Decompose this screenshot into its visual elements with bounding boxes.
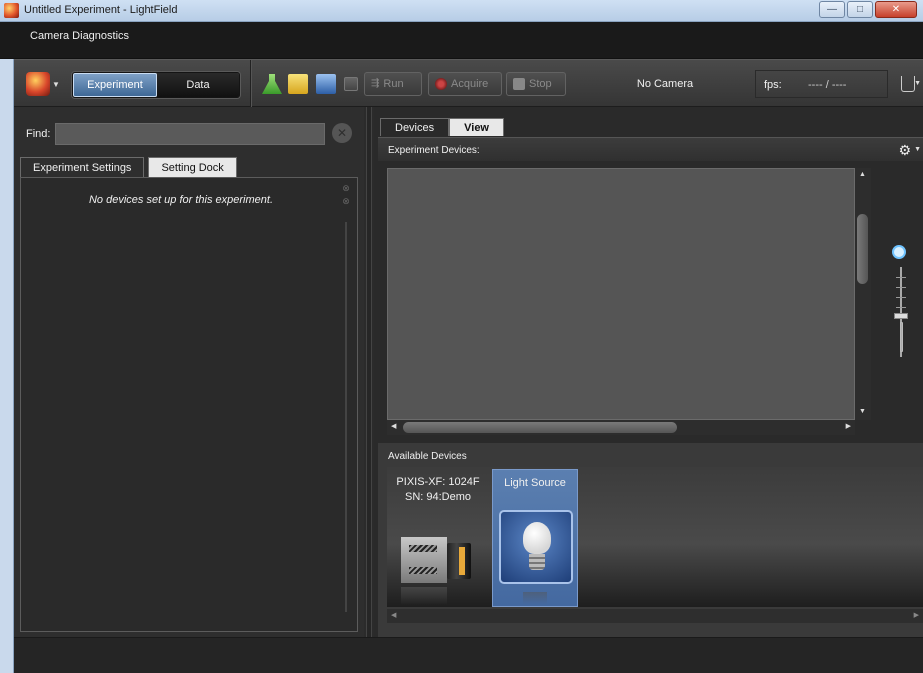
acquire-label: Acquire [451, 78, 489, 90]
device-card-light-source[interactable]: Light Source [492, 469, 578, 607]
device-name: PIXIS-XF: 1024F SN: 94:Demo [395, 475, 481, 505]
acquire-icon [435, 78, 447, 90]
available-devices-scrollbar[interactable]: ◀ ▶ [387, 609, 923, 623]
scroll-right-icon[interactable]: ▶ [914, 611, 919, 619]
menu-camera-diagnostics[interactable]: Camera Diagnostics [30, 30, 129, 42]
fps-value: ---- / ---- [808, 79, 847, 91]
empty-settings-message: No devices set up for this experiment. [88, 194, 274, 206]
chevron-down-icon[interactable]: ▼ [52, 80, 60, 89]
right-pane: Devices View Experiment Devices: ⚙ ▼ ▲ ▼… [374, 107, 923, 637]
menu-bar: Camera Diagnostics [0, 22, 923, 59]
pane-splitter[interactable] [366, 107, 372, 637]
left-tabs: Experiment Settings Setting Dock [20, 157, 241, 177]
main-toolbar: ▼ Experiment Data ⇶ Run Acquire Stop No … [14, 59, 923, 108]
scroll-down-icon[interactable]: ▼ [859, 408, 866, 415]
window-controls: — □ ✕ [819, 1, 917, 19]
experiment-mode-button[interactable]: Experiment [73, 73, 157, 97]
camera-status: No Camera [636, 78, 694, 90]
open-experiment-folder-icon[interactable] [288, 74, 308, 94]
stop-button[interactable]: Stop [506, 72, 566, 96]
clear-search-icon[interactable]: ✕ [332, 123, 352, 143]
find-input[interactable] [55, 123, 325, 145]
scroll-thumb[interactable] [857, 214, 868, 284]
tab-experiment-settings[interactable]: Experiment Settings [20, 157, 145, 177]
tab-setting-dock[interactable]: Setting Dock [148, 157, 237, 177]
window-titlebar: Untitled Experiment - LightField — □ ✕ [0, 0, 923, 22]
scroll-left-icon[interactable]: ◀ [391, 422, 396, 430]
horizontal-scrollbar[interactable]: ◀ ▶ [387, 420, 855, 435]
collapse-all-icon[interactable]: ⊗ [339, 182, 353, 195]
close-button[interactable]: ✕ [875, 1, 917, 18]
chevron-down-icon[interactable]: ▼ [914, 146, 921, 153]
tab-devices[interactable]: Devices [380, 118, 450, 136]
window-title: Untitled Experiment - LightField [24, 4, 178, 16]
expand-all-icon[interactable]: ⊗ [339, 195, 353, 208]
device-serial: SN: 94:Demo [404, 491, 472, 503]
camera-reflection [401, 587, 447, 605]
run-icon: ⇶ [371, 78, 380, 89]
device-card-camera[interactable]: PIXIS-XF: 1024F SN: 94:Demo [395, 469, 481, 607]
fps-readout: fps: ---- / ---- [755, 70, 888, 98]
mode-switch: Experiment Data [72, 72, 240, 98]
run-button[interactable]: ⇶ Run [364, 72, 422, 96]
experiment-devices-drop-area[interactable] [387, 168, 855, 420]
available-devices-list: PIXIS-XF: 1024F SN: 94:Demo Light Source [387, 467, 923, 607]
experiment-devices-label: Experiment Devices: [388, 145, 480, 156]
new-experiment-flask-icon[interactable] [262, 74, 282, 94]
fps-label: fps: [764, 79, 782, 91]
tab-view[interactable]: View [449, 118, 504, 136]
stop-icon [513, 78, 525, 90]
right-tabs: Devices View [380, 118, 504, 136]
zoom-slider-knob[interactable] [894, 313, 908, 319]
status-bar [14, 637, 923, 673]
available-devices-label: Available Devices [388, 451, 467, 462]
minimize-button[interactable]: — [819, 1, 845, 18]
left-pane: Find: ✕ Experiment Settings Setting Dock… [14, 107, 364, 637]
device-model: PIXIS-XF: 1024F [396, 476, 480, 488]
vertical-scrollbar[interactable]: ▲ ▼ [855, 168, 871, 420]
experiment-settings-panel: No devices set up for this experiment. ⊗… [20, 177, 358, 632]
beaker-icon[interactable] [901, 76, 915, 92]
zoom-tick [896, 307, 906, 308]
scroll-left-icon[interactable]: ◀ [391, 611, 396, 619]
stop-label: Stop [529, 78, 552, 90]
find-label: Find: [26, 128, 51, 140]
settings-scrollbar[interactable]: ⊗ ⊗ [339, 182, 353, 627]
zoom-tick [896, 277, 906, 278]
acquire-button[interactable]: Acquire [428, 72, 502, 96]
light-bulb-icon [499, 510, 573, 584]
chevron-down-icon[interactable]: ▼ [914, 80, 921, 87]
device-name: Light Source [504, 477, 566, 489]
toolbar-separator [250, 60, 252, 108]
zoom-slider-lower[interactable] [900, 322, 903, 352]
export-icon[interactable] [344, 77, 358, 91]
scroll-thumb[interactable] [403, 422, 677, 433]
bulb-reflection [523, 592, 547, 604]
maximize-button[interactable]: □ [847, 1, 873, 18]
zoom-magnifier-icon[interactable] [892, 245, 906, 259]
app-menu-button[interactable] [26, 72, 50, 96]
run-label: Run [383, 78, 404, 90]
zoom-tick [896, 287, 906, 288]
lightfield-app-icon [4, 3, 19, 18]
experiment-devices-header: Experiment Devices: ⚙ ▼ [378, 137, 923, 161]
gear-icon[interactable]: ⚙ [898, 142, 911, 159]
scroll-up-icon[interactable]: ▲ [859, 171, 866, 178]
data-mode-button[interactable]: Data [157, 73, 239, 97]
available-devices-section: Available Devices PIXIS-XF: 1024F SN: 94… [378, 443, 923, 637]
window-left-frame [0, 59, 14, 673]
camera-icon [401, 537, 471, 583]
scroll-right-icon[interactable]: ▶ [846, 422, 851, 430]
save-experiment-icon[interactable] [316, 74, 336, 94]
zoom-tick [896, 297, 906, 298]
scrollbar-track[interactable] [345, 222, 347, 612]
